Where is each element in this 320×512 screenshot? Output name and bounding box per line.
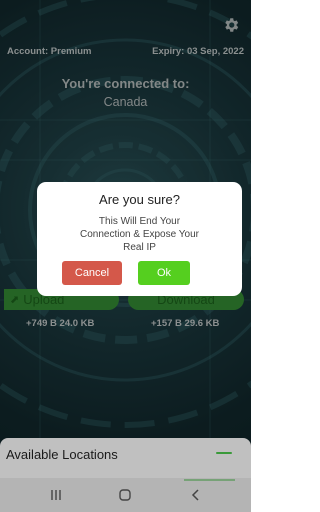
cancel-button[interactable]: Cancel bbox=[62, 261, 122, 285]
dialog-message: This Will End Your Connection & Expose Y… bbox=[37, 215, 242, 254]
dialog-message-line: Connection & Expose Your bbox=[80, 229, 199, 240]
vpn-main-screen: Account: Premium Expiry: 03 Sep, 2022 Yo… bbox=[0, 0, 251, 512]
dialog-message-line: This Will End Your bbox=[98, 216, 181, 227]
sheet-handle[interactable] bbox=[216, 452, 232, 454]
ok-button[interactable]: Ok bbox=[138, 261, 190, 285]
dialog-message-line: Real IP bbox=[123, 242, 156, 253]
home-icon[interactable] bbox=[115, 487, 135, 503]
dialog-title: Are you sure? bbox=[99, 192, 180, 207]
disconnect-dialog: Are you sure? This Will End Your Connect… bbox=[37, 182, 242, 296]
system-nav-bar bbox=[0, 478, 251, 512]
sheet-title: Available Locations bbox=[6, 447, 118, 462]
back-icon[interactable] bbox=[186, 487, 206, 503]
recent-apps-icon[interactable] bbox=[46, 487, 66, 503]
